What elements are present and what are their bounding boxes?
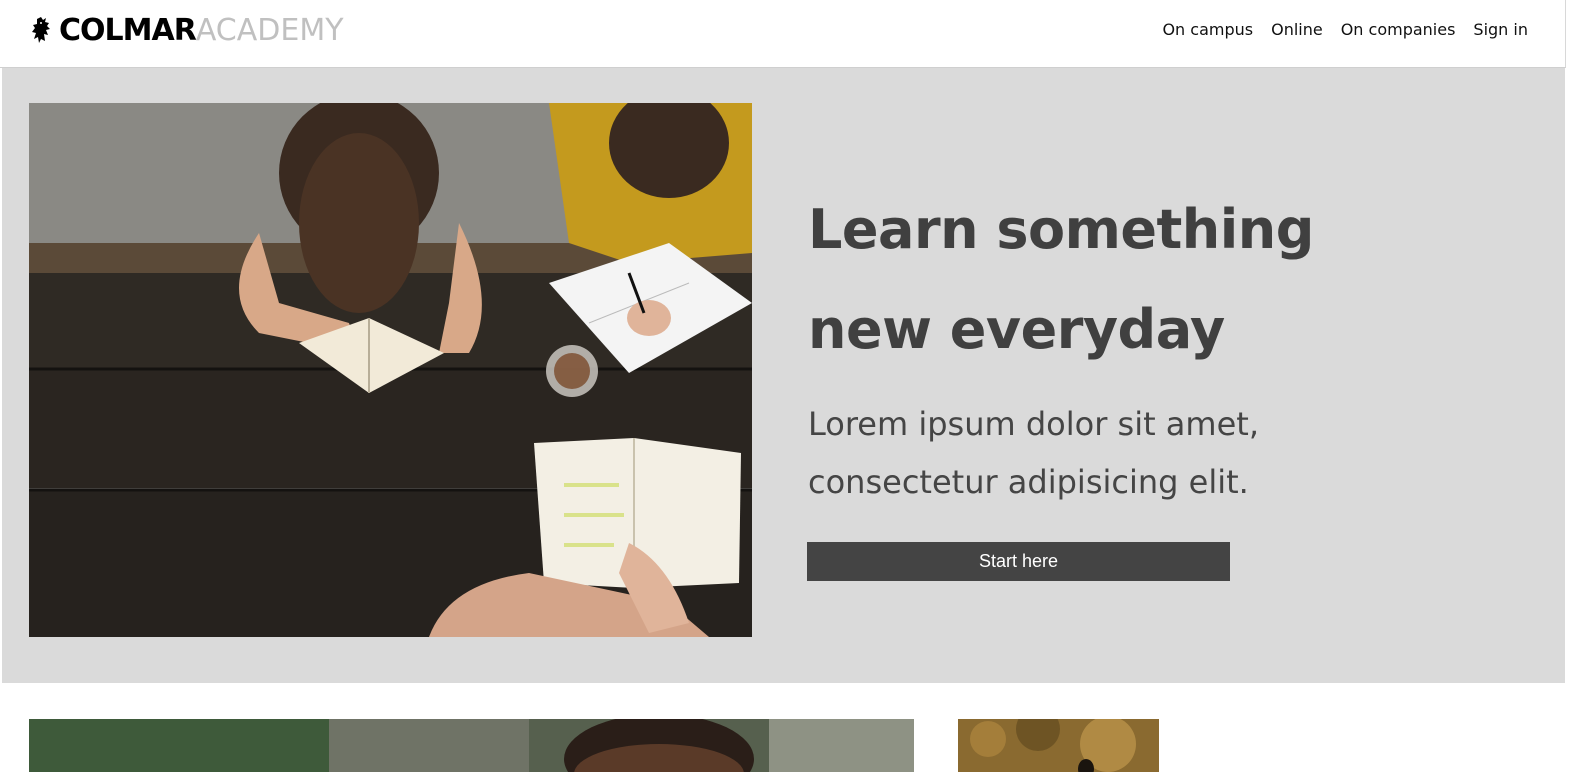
hero-image-students-reading	[29, 103, 752, 637]
hero-heading: Learn something new everyday	[808, 180, 1428, 380]
logo-text-light: ACADEMY	[195, 12, 344, 48]
main-nav: On campus Online On companies Sign in	[1162, 20, 1528, 39]
page: COLMAR ACADEMY On campus Online On compan…	[0, 0, 1577, 772]
nav-link-on-campus[interactable]: On campus	[1162, 20, 1253, 39]
griffin-icon	[31, 15, 55, 45]
nav-link-on-companies[interactable]: On companies	[1341, 20, 1456, 39]
feature-image-student	[29, 719, 914, 772]
feature-image-autumn	[958, 719, 1159, 772]
hero-subtext-line1: Lorem ipsum dolor sit amet,	[808, 405, 1259, 443]
hero-heading-line1: Learn something	[808, 198, 1314, 261]
hero-section: Learn something new everyday Lorem ipsum…	[2, 68, 1565, 683]
logo[interactable]: COLMAR ACADEMY	[31, 12, 344, 48]
nav-link-online[interactable]: Online	[1271, 20, 1323, 39]
site-header: COLMAR ACADEMY On campus Online On compan…	[0, 0, 1566, 68]
start-here-button[interactable]: Start here	[807, 542, 1230, 581]
hero-heading-line2: new everyday	[808, 298, 1225, 361]
hero-subtext-line2: consectetur adipisicing elit.	[808, 463, 1249, 501]
nav-link-sign-in[interactable]: Sign in	[1473, 20, 1528, 39]
hero-subtext: Lorem ipsum dolor sit amet, consectetur …	[808, 395, 1368, 511]
logo-text-bold: COLMAR	[59, 12, 197, 48]
